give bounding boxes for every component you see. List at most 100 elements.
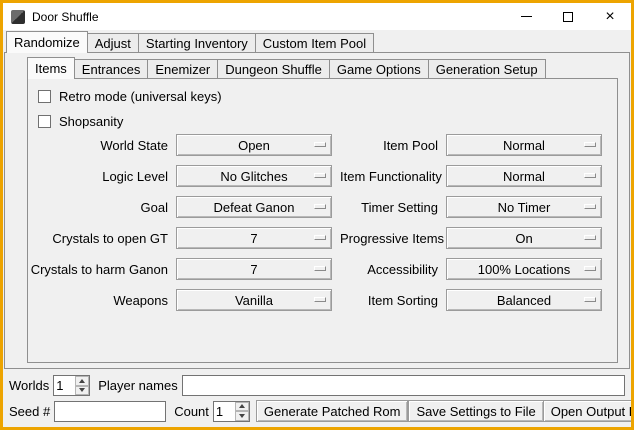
items-panel: Retro mode (universal keys) Shopsanity W… — [27, 78, 618, 363]
checkbox-icon[interactable] — [38, 115, 51, 128]
menu-indicator-icon — [584, 173, 596, 178]
seed-label: Seed # — [9, 404, 50, 419]
dropdown-timer-setting[interactable]: No Timer — [446, 196, 602, 218]
tab-entrances[interactable]: Entrances — [74, 59, 149, 78]
open-output-directory-button[interactable]: Open Output Directory — [543, 400, 634, 422]
menu-indicator-icon — [314, 204, 326, 209]
dropdown-item-pool[interactable]: Normal — [446, 134, 602, 156]
menu-indicator-icon — [584, 297, 596, 302]
label-logic-level: Logic Level — [30, 169, 168, 184]
tab-items[interactable]: Items — [27, 57, 75, 79]
retro-mode-label[interactable]: Retro mode (universal keys) — [59, 89, 222, 104]
dropdown-item-functionality[interactable]: Normal — [446, 165, 602, 187]
dropdown-goal[interactable]: Defeat Ganon — [176, 196, 332, 218]
menu-indicator-icon — [584, 142, 596, 147]
dropdown-value: Defeat Ganon — [214, 200, 295, 215]
seed-input[interactable] — [54, 401, 166, 422]
minimize-button[interactable] — [505, 3, 547, 30]
save-settings-button[interactable]: Save Settings to File — [408, 400, 543, 422]
titlebar[interactable]: Door Shuffle × — [3, 3, 631, 30]
menu-indicator-icon — [584, 235, 596, 240]
window-body: Door Shuffle × Randomize Adjust Starting… — [3, 3, 631, 427]
player-names-label: Player names — [98, 378, 177, 393]
worlds-row: Worlds Player names — [9, 375, 625, 396]
label-weapons: Weapons — [30, 293, 168, 308]
count-input[interactable] — [214, 402, 235, 421]
dropdown-crystals-harm-ganon[interactable]: 7 — [176, 258, 332, 280]
dropdown-weapons[interactable]: Vanilla — [176, 289, 332, 311]
dropdown-value: 7 — [250, 262, 257, 277]
options-grid: World State Open Item Pool Normal Logic … — [30, 134, 602, 311]
spin-down-icon[interactable] — [235, 411, 249, 421]
label-accessibility: Accessibility — [340, 262, 438, 277]
dropdown-value: Vanilla — [235, 293, 273, 308]
menu-indicator-icon — [314, 266, 326, 271]
dropdown-item-sorting[interactable]: Balanced — [446, 289, 602, 311]
dropdown-accessibility[interactable]: 100% Locations — [446, 258, 602, 280]
dropdown-value: Normal — [503, 169, 545, 184]
dropdown-world-state[interactable]: Open — [176, 134, 332, 156]
tab-game-options[interactable]: Game Options — [329, 59, 429, 78]
dropdown-value: No Timer — [498, 200, 551, 215]
label-crystals-open-gt: Crystals to open GT — [30, 231, 168, 246]
dropdown-value: On — [515, 231, 532, 246]
label-progressive-items: Progressive Items — [340, 231, 438, 246]
spin-up-icon[interactable] — [235, 402, 249, 412]
spinner-arrows — [75, 376, 89, 395]
dropdown-value: No Glitches — [220, 169, 287, 184]
tab-generation-setup[interactable]: Generation Setup — [428, 59, 546, 78]
checkbox-icon[interactable] — [38, 90, 51, 103]
menu-indicator-icon — [584, 204, 596, 209]
label-item-pool: Item Pool — [340, 138, 438, 153]
spin-down-icon[interactable] — [75, 386, 89, 396]
dropdown-value: 100% Locations — [478, 262, 571, 277]
window-title: Door Shuffle — [32, 10, 99, 24]
close-button[interactable]: × — [589, 3, 631, 30]
dropdown-value: Open — [238, 138, 270, 153]
label-item-sorting: Item Sorting — [340, 293, 438, 308]
shopsanity-label[interactable]: Shopsanity — [59, 114, 123, 129]
count-label: Count — [174, 404, 209, 419]
primary-tab-bar: Randomize Adjust Starting Inventory Cust… — [6, 31, 374, 53]
retro-mode-checkbox[interactable]: Retro mode (universal keys) — [38, 88, 222, 104]
menu-indicator-icon — [314, 173, 326, 178]
shopsanity-checkbox[interactable]: Shopsanity — [38, 113, 123, 129]
label-timer-setting: Timer Setting — [340, 200, 438, 215]
tab-custom-item-pool[interactable]: Custom Item Pool — [255, 33, 374, 52]
menu-indicator-icon — [584, 266, 596, 271]
maximize-icon — [563, 12, 573, 22]
count-spinner[interactable] — [213, 401, 250, 422]
label-item-functionality: Item Functionality — [340, 169, 438, 184]
dropdown-logic-level[interactable]: No Glitches — [176, 165, 332, 187]
dropdown-value: Balanced — [497, 293, 551, 308]
tab-adjust[interactable]: Adjust — [87, 33, 139, 52]
generate-patched-rom-button[interactable]: Generate Patched Rom — [256, 400, 409, 422]
tab-dungeon-shuffle[interactable]: Dungeon Shuffle — [217, 59, 330, 78]
dropdown-crystals-open-gt[interactable]: 7 — [176, 227, 332, 249]
label-world-state: World State — [30, 138, 168, 153]
tab-enemizer[interactable]: Enemizer — [147, 59, 218, 78]
minimize-icon — [521, 16, 532, 17]
app-icon — [11, 10, 25, 24]
app-window: Door Shuffle × Randomize Adjust Starting… — [0, 0, 634, 430]
spin-up-icon[interactable] — [75, 376, 89, 386]
window-controls: × — [505, 3, 631, 30]
spinner-arrows — [235, 402, 249, 421]
label-goal: Goal — [30, 200, 168, 215]
label-crystals-harm-ganon: Crystals to harm Ganon — [30, 262, 168, 277]
maximize-button[interactable] — [547, 3, 589, 30]
worlds-input[interactable] — [54, 376, 75, 395]
player-names-input[interactable] — [182, 375, 625, 396]
menu-indicator-icon — [314, 235, 326, 240]
dropdown-progressive-items[interactable]: On — [446, 227, 602, 249]
menu-indicator-icon — [314, 142, 326, 147]
menu-indicator-icon — [314, 297, 326, 302]
secondary-tab-bar: Items Entrances Enemizer Dungeon Shuffle… — [27, 57, 546, 79]
close-icon: × — [605, 9, 614, 25]
worlds-label: Worlds — [9, 378, 49, 393]
dropdown-value: 7 — [250, 231, 257, 246]
tab-starting-inventory[interactable]: Starting Inventory — [138, 33, 256, 52]
worlds-spinner[interactable] — [53, 375, 90, 396]
seed-row: Seed # Count Generate Patched Rom Save S… — [9, 400, 625, 422]
tab-randomize[interactable]: Randomize — [6, 31, 88, 53]
